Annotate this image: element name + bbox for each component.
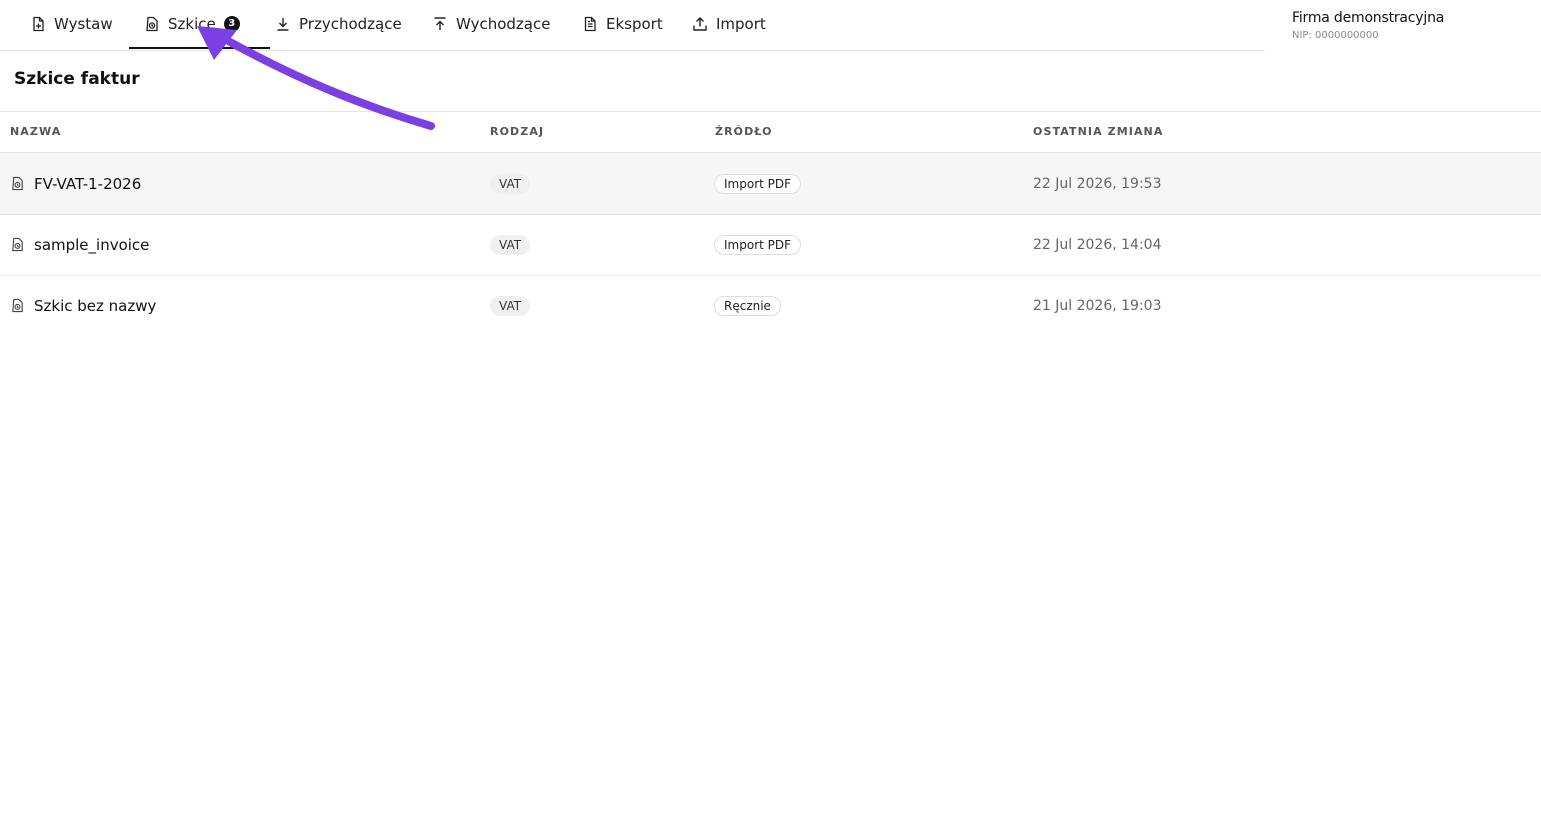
type-badge: VAT: [490, 173, 531, 194]
row-name: FV-VAT-1-2026: [10, 153, 141, 214]
row-name: Szkic bez nazwy: [10, 275, 156, 336]
draft-icon: [10, 237, 25, 252]
row-type: VAT: [490, 153, 531, 214]
tab-wystaw[interactable]: Wystaw: [30, 0, 113, 47]
download-icon: [275, 16, 291, 32]
type-badge: VAT: [490, 234, 531, 255]
source-badge: Import PDF: [714, 173, 802, 194]
company-name: Firma demonstracyjna: [1292, 10, 1445, 26]
column-header-type: RODZAJ: [490, 125, 545, 138]
row-type: VAT: [490, 214, 531, 275]
source-badge: Import PDF: [714, 234, 802, 255]
draft-icon: [10, 176, 25, 191]
column-header-modified: OSTATNIA ZMIANA: [1033, 125, 1164, 138]
tab-label: Wystaw: [54, 14, 113, 33]
draft-icon: [10, 298, 25, 313]
company-nip: NIP: 0000000000: [1292, 30, 1379, 41]
tab-import[interactable]: Import: [692, 0, 766, 47]
source-badge: Ręcznie: [714, 295, 781, 316]
tab-label: Szkice: [168, 14, 216, 33]
draft-icon: [144, 16, 160, 32]
drafts-count-badge: 3: [223, 15, 240, 32]
tab-wychodzace[interactable]: Wychodzące: [432, 0, 550, 47]
tab-label: Przychodzące: [299, 14, 402, 33]
tab-label: Import: [716, 14, 766, 33]
table-row[interactable]: Szkic bez nazwy VAT Ręcznie 21 Jul 2026,…: [0, 275, 1541, 336]
row-source: Ręcznie: [714, 275, 781, 336]
row-modified: 22 Jul 2026, 19:53: [1033, 175, 1162, 192]
table-row[interactable]: sample_invoice VAT Import PDF 22 Jul 202…: [0, 214, 1541, 276]
upload-icon: [432, 16, 448, 32]
company-info[interactable]: Firma demonstracyjna NIP: 0000000000: [1292, 10, 1444, 41]
row-name-text: Szkic bez nazwy: [34, 296, 157, 315]
tab-szkice[interactable]: Szkice 3: [129, 0, 270, 49]
column-header-source: ŹRÓDŁO: [715, 125, 773, 138]
tab-przychodzace[interactable]: Przychodzące: [275, 0, 402, 47]
tab-label: Wychodzące: [456, 14, 551, 33]
page-title: Szkice faktur: [14, 69, 140, 89]
row-modified: 21 Jul 2026, 19:03: [1033, 297, 1162, 314]
tab-eksport[interactable]: Eksport: [582, 0, 663, 47]
row-name: sample_invoice: [10, 214, 149, 275]
type-badge: VAT: [490, 295, 531, 316]
file-text-icon: [582, 16, 598, 32]
file-plus-icon: [30, 16, 46, 32]
row-source: Import PDF: [714, 153, 802, 214]
row-name-text: FV-VAT-1-2026: [34, 174, 142, 193]
row-type: VAT: [490, 275, 531, 336]
row-modified: 22 Jul 2026, 14:04: [1033, 236, 1162, 253]
tab-label: Eksport: [606, 14, 663, 33]
row-name-text: sample_invoice: [34, 235, 150, 254]
table-row[interactable]: FV-VAT-1-2026 VAT Import PDF 22 Jul 2026…: [0, 153, 1541, 215]
top-navigation: Wystaw Szkice 3 Przychodzące Wychodzące …: [0, 0, 1265, 51]
row-source: Import PDF: [714, 214, 802, 275]
import-icon: [692, 16, 708, 32]
divider: [0, 111, 1541, 112]
column-header-name: NAZWA: [10, 125, 62, 138]
